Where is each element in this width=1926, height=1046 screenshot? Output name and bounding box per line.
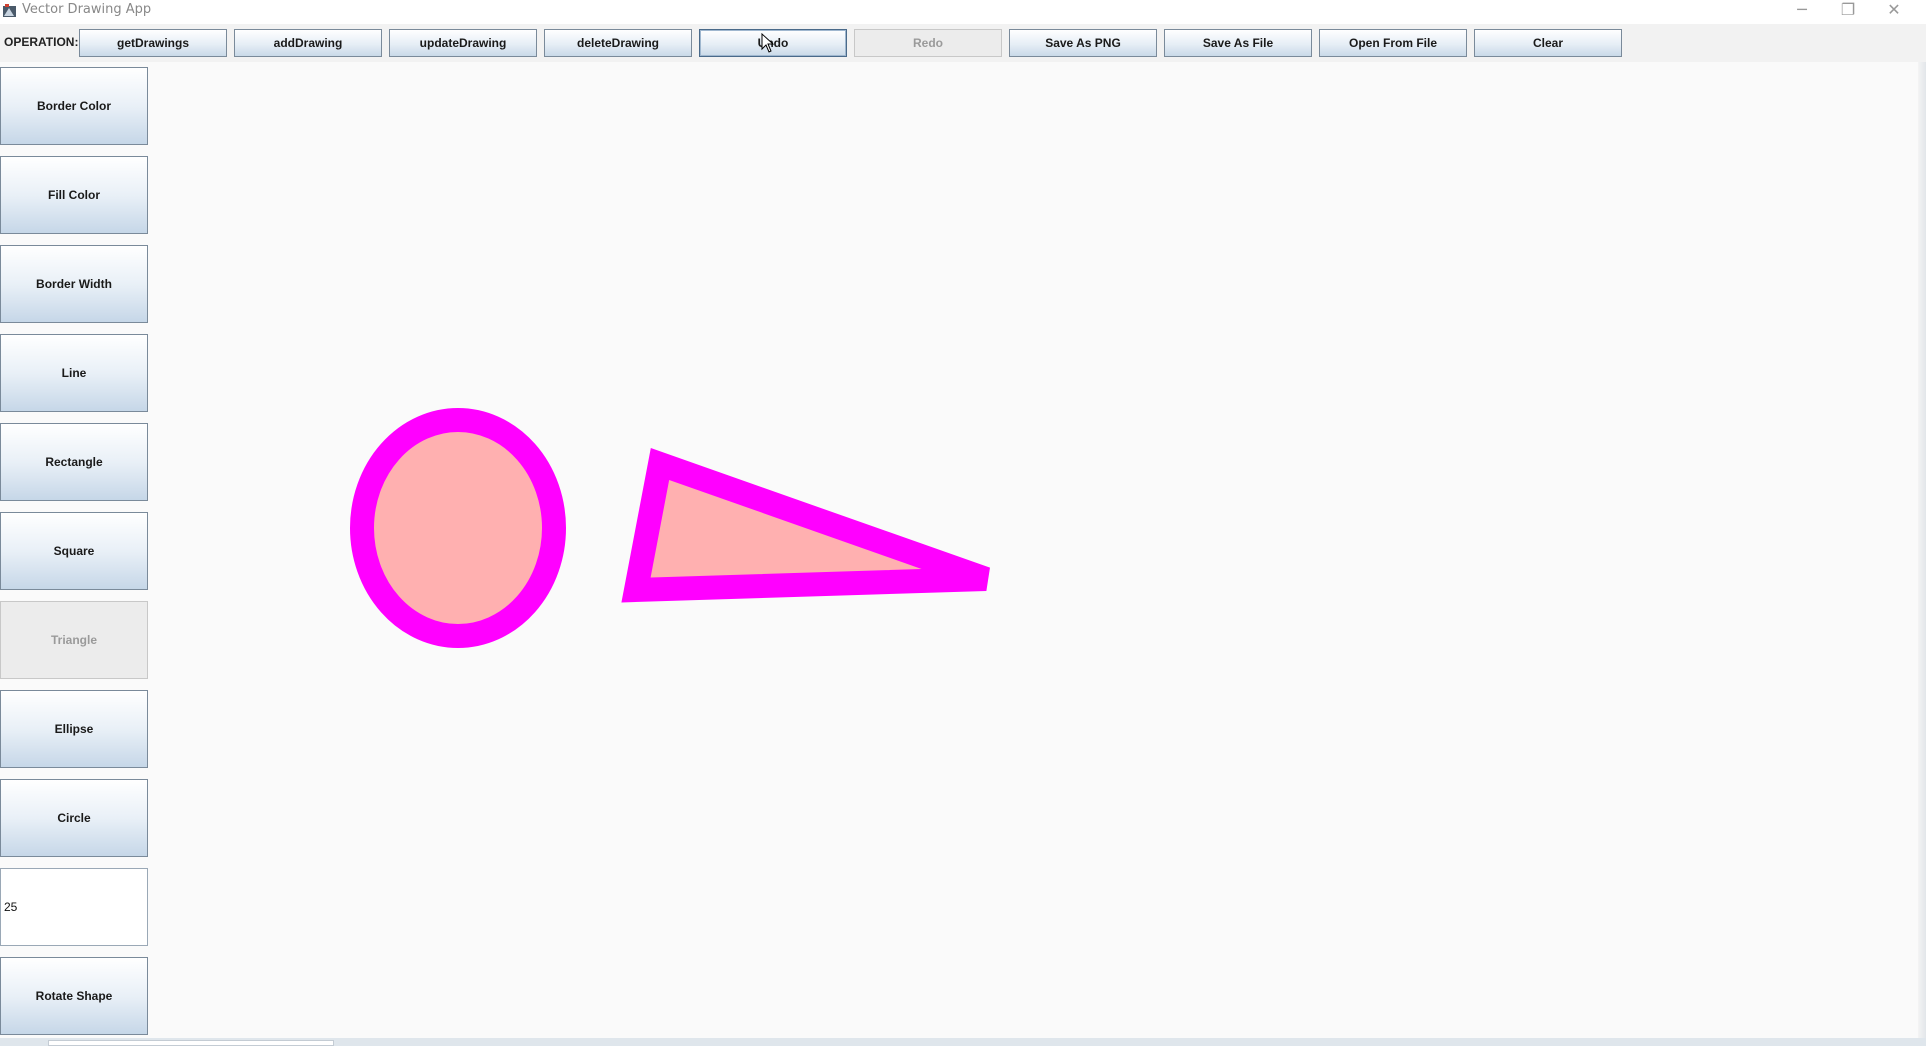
triangle-tool-button[interactable]: Triangle xyxy=(0,601,148,679)
cursor-icon xyxy=(761,33,775,53)
operation-toolbar: OPERATION: getDrawings addDrawing update… xyxy=(0,24,1926,62)
open-from-file-button[interactable]: Open From File xyxy=(1319,29,1467,57)
redo-button[interactable]: Redo xyxy=(854,29,1002,57)
save-as-file-button[interactable]: Save As File xyxy=(1164,29,1312,57)
restore-icon[interactable]: ❐ xyxy=(1826,0,1870,22)
ellipse-shape[interactable] xyxy=(350,408,566,648)
scrollbar-thumb[interactable] xyxy=(48,1040,334,1046)
operation-label: OPERATION: xyxy=(4,35,79,49)
drawing-canvas[interactable] xyxy=(150,62,1926,1038)
update-drawing-button[interactable]: updateDrawing xyxy=(389,29,537,57)
rectangle-tool-button[interactable]: Rectangle xyxy=(0,423,148,501)
app-icon xyxy=(3,4,16,17)
save-as-png-button[interactable]: Save As PNG xyxy=(1009,29,1157,57)
fill-color-button[interactable]: Fill Color xyxy=(0,156,148,234)
get-drawings-button[interactable]: getDrawings xyxy=(79,29,227,57)
window-title: Vector Drawing App xyxy=(22,2,152,17)
triangle-shape[interactable] xyxy=(621,448,990,603)
border-color-button[interactable]: Border Color xyxy=(0,67,148,145)
clear-button[interactable]: Clear xyxy=(1474,29,1622,57)
add-drawing-button[interactable]: addDrawing xyxy=(234,29,382,57)
ellipse-tool-button[interactable]: Ellipse xyxy=(0,690,148,768)
close-icon[interactable]: ✕ xyxy=(1872,0,1916,22)
canvas-edge xyxy=(1918,62,1926,1038)
border-width-button[interactable]: Border Width xyxy=(0,245,148,323)
canvas-surface[interactable] xyxy=(150,62,1926,1038)
circle-tool-button[interactable]: Circle xyxy=(0,779,148,857)
title-bar: Vector Drawing App ─ ❐ ✕ xyxy=(0,0,1926,24)
delete-drawing-button[interactable]: deleteDrawing xyxy=(544,29,692,57)
minimize-icon[interactable]: ─ xyxy=(1780,0,1824,22)
square-tool-button[interactable]: Square xyxy=(0,512,148,590)
rotation-angle-input[interactable] xyxy=(0,868,148,946)
line-tool-button[interactable]: Line xyxy=(0,334,148,412)
rotate-shape-button[interactable]: Rotate Shape xyxy=(0,957,148,1035)
